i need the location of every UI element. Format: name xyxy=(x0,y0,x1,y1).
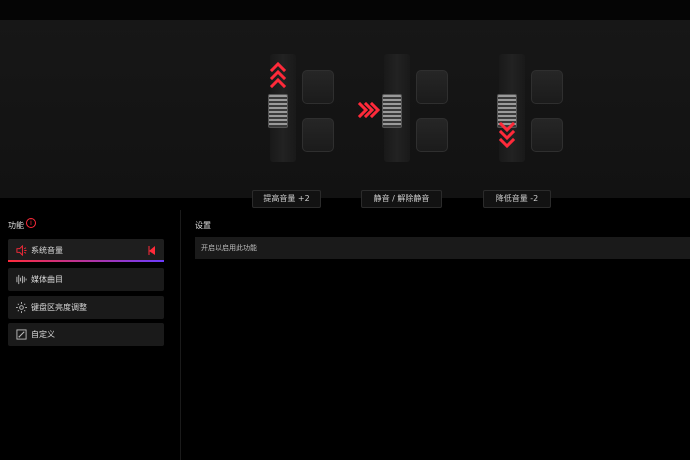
volume-down-illustration xyxy=(491,54,591,164)
key xyxy=(416,118,448,152)
brightness-icon xyxy=(16,302,27,313)
key xyxy=(531,70,563,104)
volume-down-caption: 降低音量 -2 xyxy=(483,190,551,208)
volume-up-illustration xyxy=(262,54,362,164)
sidebar-item-label: 键盘区亮度调整 xyxy=(31,303,87,312)
volume-icon xyxy=(16,245,27,256)
enable-feature-row[interactable]: 开启以启用此功能 xyxy=(195,237,690,259)
top-bar xyxy=(0,0,690,20)
sidebar-item-label: 自定义 xyxy=(31,330,55,339)
scroll-wheel xyxy=(382,94,402,128)
function-section-title: 功能 xyxy=(8,221,24,230)
function-sidebar: 功能 i 系统音量 媒体曲目 键盘区亮度调整 自定义 xyxy=(0,198,180,460)
settings-title: 设置 xyxy=(195,221,211,230)
sidebar-item-custom[interactable]: 自定义 xyxy=(8,323,164,346)
mute-caption: 静音 / 解除静音 xyxy=(361,190,442,208)
chevron-down-icon xyxy=(499,121,515,149)
key xyxy=(302,118,334,152)
sidebar-item-media-track[interactable]: 媒体曲目 xyxy=(8,268,164,291)
mute-illustration xyxy=(357,54,476,164)
chevron-up-icon xyxy=(270,61,286,89)
info-icon[interactable]: i xyxy=(26,218,36,228)
preview-panel: 提高音量 +2 静音 / 解除静音 降低音量 -2 xyxy=(0,20,690,208)
chevron-right-icon xyxy=(357,102,381,118)
sidebar-item-keyboard-brightness[interactable]: 键盘区亮度调整 xyxy=(8,296,164,319)
edit-icon xyxy=(16,329,27,340)
key xyxy=(302,70,334,104)
volume-up-caption: 提高音量 +2 xyxy=(252,190,321,208)
volume-flag-icon xyxy=(148,246,155,255)
sidebar-item-label: 媒体曲目 xyxy=(31,275,63,284)
key xyxy=(416,70,448,104)
sidebar-item-label: 系统音量 xyxy=(31,246,63,255)
key xyxy=(531,118,563,152)
sidebar-item-system-volume[interactable]: 系统音量 xyxy=(8,239,164,262)
media-track-icon xyxy=(16,274,27,285)
panel-divider xyxy=(180,210,181,460)
scroll-wheel xyxy=(268,94,288,128)
